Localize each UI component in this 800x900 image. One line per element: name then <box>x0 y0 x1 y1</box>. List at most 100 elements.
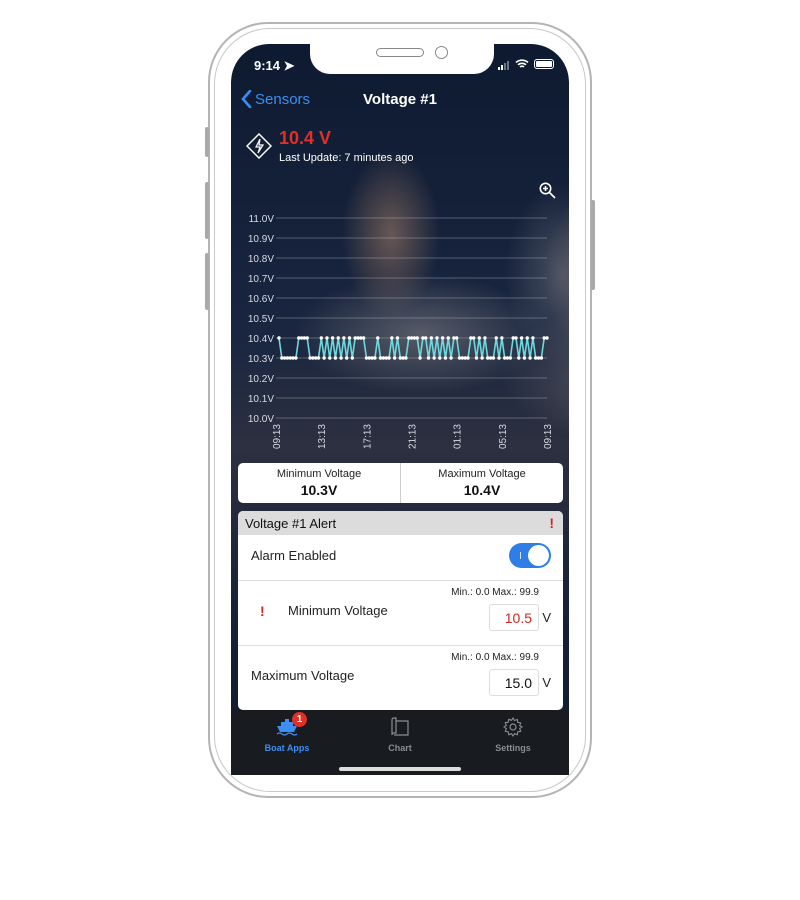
data-point <box>517 356 521 360</box>
tab-label: Chart <box>388 743 412 753</box>
power-button <box>591 200 595 290</box>
location-icon: ➤ <box>283 58 295 73</box>
data-point <box>415 336 419 340</box>
data-point <box>494 336 498 340</box>
data-point <box>471 336 476 340</box>
y-tick-label: 10.7V <box>248 274 274 285</box>
data-point <box>514 336 518 340</box>
home-indicator[interactable] <box>339 767 461 771</box>
tab-settings[interactable]: Settings <box>473 716 553 753</box>
y-tick-label: 10.2V <box>248 374 274 385</box>
y-tick-label: 10.6V <box>248 294 274 305</box>
data-point <box>342 336 346 340</box>
alert-card: Voltage #1 Alert ! Alarm Enabled ! Minim… <box>238 511 563 710</box>
min-voltage-input[interactable]: 10.5 <box>489 604 539 631</box>
y-tick-label: 10.4V <box>248 334 274 345</box>
tab-bar: 1 Boat Apps Chart Settings <box>231 710 569 775</box>
y-tick-label: 10.3V <box>248 354 274 365</box>
y-tick-label: 10.1V <box>248 394 274 405</box>
wifi-icon <box>515 59 529 68</box>
tab-chart[interactable]: Chart <box>360 716 440 753</box>
data-point <box>528 356 532 360</box>
gear-icon <box>503 717 523 737</box>
data-point <box>497 356 501 360</box>
data-point <box>345 356 349 360</box>
max-voltage-label: Maximum Voltage <box>251 668 355 683</box>
data-point <box>500 336 504 340</box>
data-point <box>455 336 459 340</box>
alarm-label: Alarm Enabled <box>251 548 337 563</box>
min-stat-label: Minimum Voltage <box>276 468 362 480</box>
data-point <box>330 336 335 340</box>
data-point <box>322 356 326 360</box>
chevron-left-icon <box>241 90 252 108</box>
signal-icon <box>498 58 510 70</box>
min-stat-value: 10.3V <box>300 482 338 498</box>
max-stat-value: 10.4V <box>463 482 501 498</box>
min-stat: Minimum Voltage 10.3V <box>238 463 400 503</box>
min-voltage-range: Min.: 0.0 Max.: 99.9 <box>451 587 539 598</box>
notification-badge: 1 <box>292 712 307 727</box>
data-point <box>376 336 380 340</box>
x-tick-label: 01:13 <box>453 424 464 449</box>
min-voltage-row: ! Minimum Voltage Min.: 0.0 Max.: 99.9 1… <box>238 581 563 646</box>
back-label: Sensors <box>255 90 311 108</box>
data-point <box>347 336 352 340</box>
max-voltage-row: Maximum Voltage Min.: 0.0 Max.: 99.9 15.… <box>238 646 563 710</box>
data-point <box>466 356 470 360</box>
data-point <box>539 356 544 360</box>
series-line <box>278 337 547 359</box>
stats-card: Minimum Voltage 10.3V Maximum Voltage 10.4… <box>238 463 563 503</box>
max-voltage-input[interactable]: 15.0 <box>489 669 539 696</box>
max-stat: Maximum Voltage 10.4V <box>400 463 563 503</box>
warning-icon: ! <box>549 515 554 531</box>
y-tick-label: 10.8V <box>248 254 274 265</box>
data-point <box>440 336 445 340</box>
speaker <box>376 48 424 57</box>
alarm-toggle[interactable] <box>509 543 551 568</box>
data-point <box>361 336 366 340</box>
data-point <box>336 336 340 340</box>
data-point <box>404 356 408 360</box>
data-point <box>387 356 391 360</box>
data-point <box>277 336 281 340</box>
y-tick-label: 10.5V <box>248 314 274 325</box>
data-point <box>519 336 524 340</box>
zoom-in-icon[interactable] <box>539 182 556 199</box>
data-point <box>480 356 484 360</box>
back-button[interactable]: Sensors <box>241 90 310 108</box>
data-point <box>525 336 529 340</box>
x-tick-label: 09:13 <box>272 424 283 449</box>
alarm-row: Alarm Enabled <box>238 535 563 581</box>
alert-title: Voltage #1 Alert <box>245 515 337 531</box>
data-point <box>508 356 513 360</box>
data-point <box>522 356 527 360</box>
data-point <box>305 336 309 340</box>
data-point <box>449 356 453 360</box>
tab-boat-apps[interactable]: 1 Boat Apps <box>247 712 327 753</box>
y-tick-label: 11.0V <box>249 214 275 225</box>
map-icon <box>391 717 409 736</box>
page-title: Voltage #1 <box>363 91 437 108</box>
last-update: Last Update: 7 minutes ago <box>279 152 414 164</box>
x-tick-label: 21:13 <box>408 424 419 449</box>
max-voltage-unit: V <box>542 675 551 690</box>
volume-down-button <box>205 253 209 310</box>
min-warning-icon: ! <box>260 603 265 619</box>
x-tick-label: 05:13 <box>498 424 509 449</box>
y-tick-label: 10.9V <box>248 234 274 245</box>
data-point <box>328 356 332 360</box>
max-stat-label: Maximum Voltage <box>438 468 526 480</box>
min-voltage-unit: V <box>542 610 551 625</box>
status-icons <box>498 58 554 70</box>
tab-label: Boat Apps <box>264 743 310 753</box>
y-tick-label: 10.0V <box>248 414 274 425</box>
x-tick-label: 17:13 <box>362 424 373 449</box>
data-point <box>350 356 355 360</box>
data-point <box>316 356 321 360</box>
data-point <box>325 336 329 340</box>
data-point <box>531 336 535 340</box>
data-point <box>435 336 439 340</box>
min-voltage-label: Minimum Voltage <box>288 603 388 618</box>
data-point <box>390 336 394 340</box>
